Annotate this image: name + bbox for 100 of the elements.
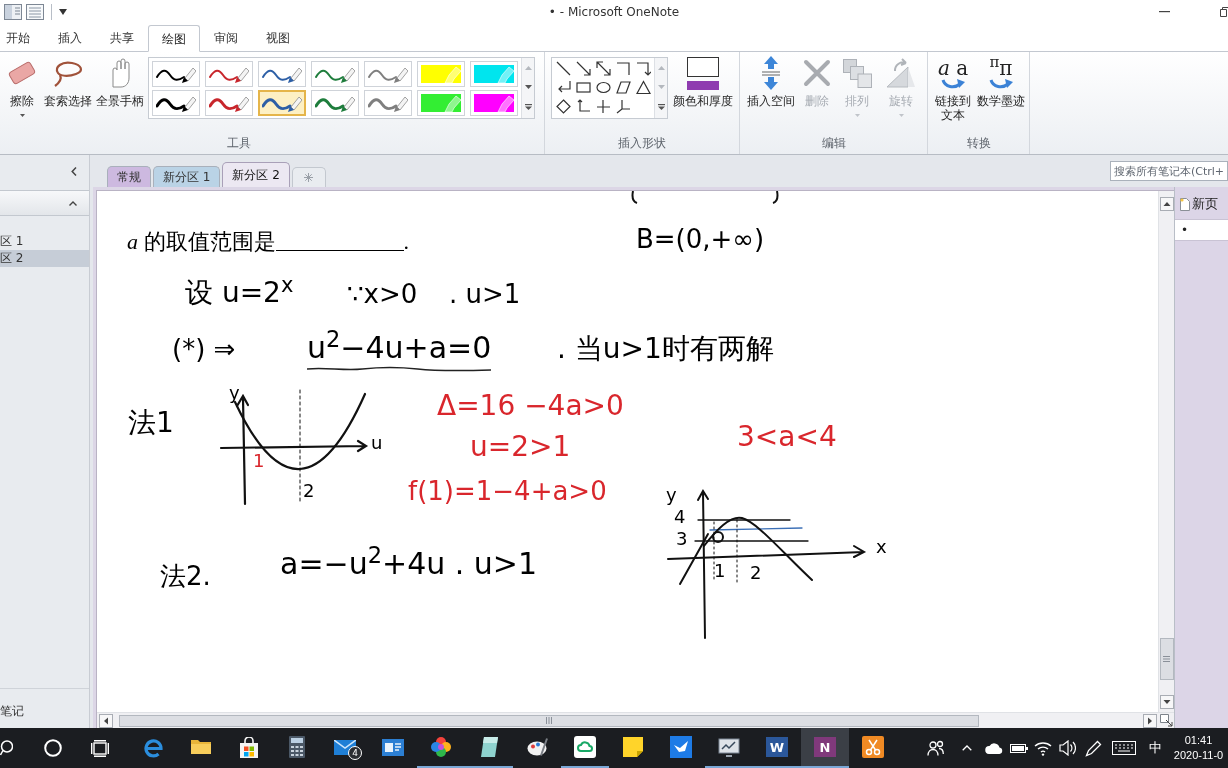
axis-label: 4 bbox=[674, 508, 686, 526]
handwritten-text: u$^{2}$−4u+a=0 bbox=[307, 331, 492, 366]
grip-icon bbox=[1163, 656, 1170, 662]
page-view-icon[interactable] bbox=[26, 4, 44, 20]
more-arrow-icon[interactable] bbox=[524, 104, 532, 111]
contact-card-icon bbox=[382, 738, 404, 756]
page-tab[interactable]: • bbox=[1175, 219, 1228, 241]
clock-time[interactable]: 01:41 bbox=[1184, 733, 1213, 748]
question-period: . bbox=[403, 229, 409, 255]
chevron-up-icon[interactable] bbox=[69, 200, 77, 206]
axis-label: x bbox=[876, 538, 887, 556]
handwritten-text: f(1)=1−4+a>0 bbox=[408, 477, 607, 507]
section-tab[interactable]: 新分区 2 bbox=[222, 162, 290, 187]
diamond-icon[interactable] bbox=[555, 99, 571, 114]
axis-label: 1 bbox=[714, 562, 726, 580]
rotate-icon bbox=[886, 58, 916, 88]
new-page-button[interactable]: 新页 bbox=[1180, 195, 1228, 213]
search-field[interactable]: 搜索所有笔记本(Ctrl+ bbox=[1110, 161, 1228, 181]
taskbar-button[interactable]: N bbox=[801, 728, 849, 768]
speaker-icon[interactable] bbox=[1058, 740, 1076, 756]
ribbon-tab[interactable]: 插入 bbox=[44, 24, 96, 51]
ribbon-button[interactable]: 插入空间 bbox=[745, 52, 797, 124]
monitor-chart-icon bbox=[718, 737, 740, 757]
window-title: • - Microsoft OneNote bbox=[548, 4, 680, 21]
more-arrow-icon[interactable] bbox=[657, 104, 665, 111]
restore-icon[interactable] bbox=[1220, 7, 1228, 17]
section-tab[interactable]: 新分区 1 bbox=[153, 166, 221, 187]
triangle-icon[interactable] bbox=[635, 80, 651, 95]
clock-date[interactable]: 2020-11-0 bbox=[1173, 748, 1224, 763]
axis-label: 2 bbox=[750, 564, 762, 582]
page-arrow-icon[interactable] bbox=[1160, 714, 1173, 727]
cloud-icon[interactable] bbox=[984, 742, 1003, 754]
notebook-view-icon[interactable] bbox=[4, 4, 22, 20]
rectangle-icon[interactable] bbox=[575, 80, 591, 95]
caret-down-icon[interactable] bbox=[59, 9, 67, 15]
ribbon-tab[interactable]: 视图 bbox=[252, 24, 304, 51]
hand-icon bbox=[109, 58, 131, 88]
icon-glyph: a a bbox=[937, 57, 969, 78]
three-axes-icon[interactable] bbox=[615, 99, 631, 114]
double-arrow-icon[interactable] bbox=[595, 61, 611, 76]
parallelogram-icon[interactable] bbox=[615, 80, 631, 95]
cross-axes-icon[interactable] bbox=[595, 99, 611, 114]
app-logo: W bbox=[766, 737, 788, 757]
ring-icon[interactable] bbox=[44, 739, 62, 757]
axis-label: y bbox=[666, 486, 677, 504]
horizontal-scrollbar[interactable] bbox=[97, 712, 1174, 728]
envelope-icon bbox=[334, 739, 356, 755]
keyboard-icon[interactable] bbox=[1112, 741, 1136, 755]
minimize-icon[interactable] bbox=[1159, 11, 1170, 13]
question-text: a 的取值范围是 bbox=[127, 229, 276, 255]
elbow-arrow-icon[interactable] bbox=[635, 61, 651, 76]
people-icon[interactable] bbox=[926, 740, 944, 756]
ribbon-tab[interactable]: 绘图 bbox=[148, 25, 200, 52]
ribbon-button[interactable]: 套索选择 bbox=[42, 52, 94, 124]
axis-label: 1 bbox=[253, 452, 265, 470]
ribbon-tab[interactable]: 开始 bbox=[0, 24, 44, 51]
handwritten-text: . u>1 bbox=[449, 280, 521, 310]
pen-icon[interactable] bbox=[1084, 739, 1102, 757]
battery-icon[interactable] bbox=[1009, 743, 1028, 753]
handwritten-text: 设 u=2$^{x}$ bbox=[185, 277, 294, 310]
input-method-indicator[interactable]: 中 bbox=[1148, 738, 1162, 758]
vertical-scrollbar[interactable] bbox=[1158, 191, 1174, 712]
axis-label: 2 bbox=[303, 482, 315, 500]
axes-icon[interactable] bbox=[575, 99, 591, 114]
ribbon-button[interactable]: 颜色和厚度 bbox=[671, 52, 735, 124]
group-label: 编辑 bbox=[821, 136, 846, 150]
chevron-left-icon[interactable] bbox=[71, 166, 77, 176]
taskbar-button[interactable]: 4 bbox=[321, 728, 369, 768]
arrow-icon[interactable] bbox=[575, 61, 591, 76]
search-icon[interactable] bbox=[0, 740, 13, 756]
elbow-line-icon[interactable] bbox=[615, 61, 631, 76]
ellipse-icon[interactable] bbox=[595, 80, 611, 95]
axis-label: u bbox=[371, 434, 383, 452]
ribbon-button[interactable]: a a 链接到文本 bbox=[931, 52, 975, 124]
line-icon[interactable] bbox=[555, 61, 571, 76]
scroll-thumb[interactable] bbox=[1159, 638, 1174, 680]
section-tab[interactable]: 常规 bbox=[107, 166, 151, 187]
calculator-icon bbox=[289, 736, 305, 758]
ribbon-tab[interactable]: 共享 bbox=[96, 24, 148, 51]
app-logo: N bbox=[814, 737, 836, 757]
ribbon-tab[interactable]: 审阅 bbox=[200, 24, 252, 51]
ribbon-button[interactable]: 擦除 bbox=[2, 52, 42, 124]
ribbon-button[interactable]: $^{π}$π 数学墨迹 bbox=[975, 52, 1027, 124]
scissors-icon bbox=[862, 736, 884, 758]
stacked-squares-icon bbox=[842, 58, 872, 88]
wifi-icon[interactable] bbox=[1034, 740, 1052, 756]
handwritten-text: ∵x>0 bbox=[347, 280, 418, 310]
axis-label: 3 bbox=[676, 530, 688, 548]
glass-pane-icon bbox=[480, 737, 498, 757]
nav-item[interactable]: 区 1 bbox=[0, 233, 89, 250]
grip-icon bbox=[546, 717, 552, 724]
down-arrow-icon[interactable] bbox=[524, 85, 532, 89]
nav-item[interactable]: 区 2 bbox=[0, 250, 89, 267]
nav-footer-label[interactable]: 笔记 bbox=[0, 704, 24, 718]
scroll-thumb[interactable] bbox=[119, 714, 979, 727]
ribbon-button[interactable]: 全景手柄 bbox=[94, 52, 146, 124]
pen-color-icon bbox=[687, 56, 719, 90]
folder-icon bbox=[190, 739, 212, 755]
handwritten-text: 法2. bbox=[160, 562, 211, 592]
task-view-icon[interactable] bbox=[91, 739, 109, 757]
